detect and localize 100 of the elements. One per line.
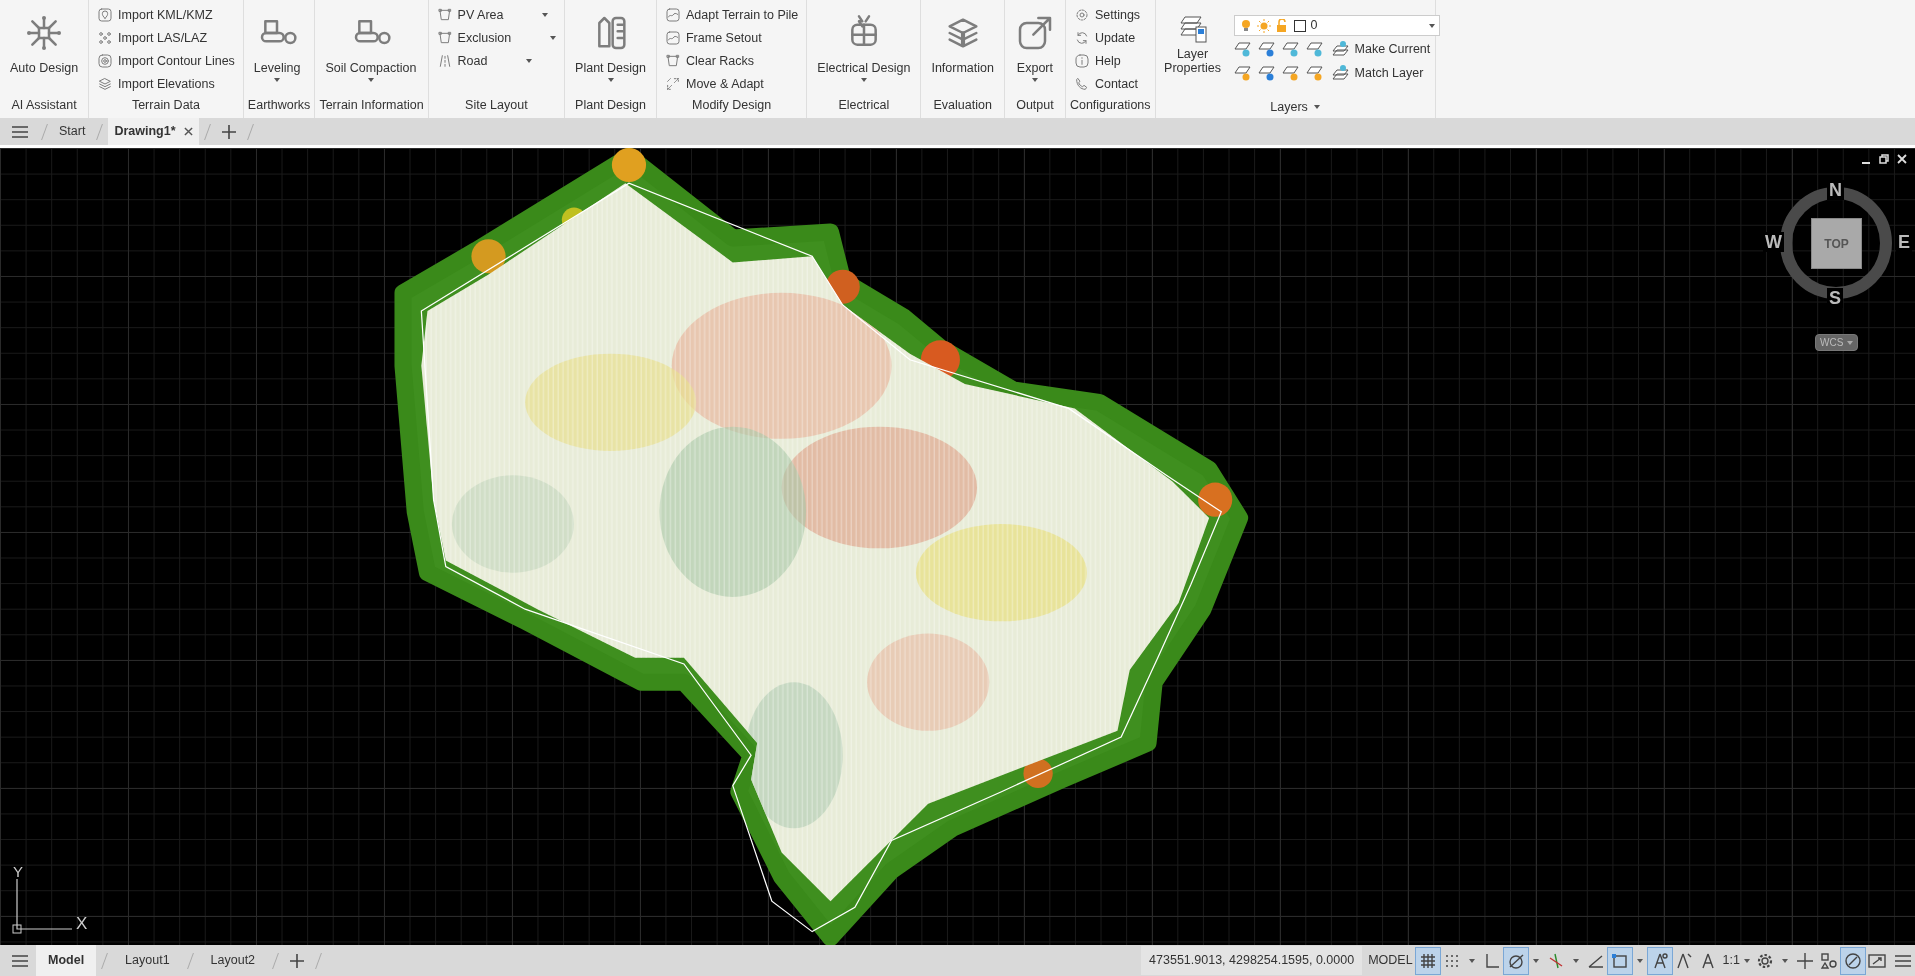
status-toggle[interactable]	[1647, 947, 1672, 974]
caret-icon	[1636, 958, 1643, 963]
isolate-icon	[1820, 951, 1838, 970]
caret-icon	[1468, 958, 1475, 963]
panel-label: Modify Design	[691, 97, 773, 114]
caret-icon	[526, 59, 533, 63]
axis-label: X	[76, 915, 88, 932]
layer-tool-icon[interactable]	[1281, 64, 1300, 82]
panel-label: Electrical	[837, 97, 891, 114]
status-toggle[interactable]	[1503, 947, 1528, 974]
polar-icon	[1506, 951, 1525, 970]
close-icon[interactable]	[183, 127, 193, 136]
ribbon-menu-item[interactable]: Import Contour Lines	[95, 50, 237, 72]
grid-icon	[1418, 951, 1437, 970]
layer-action-button[interactable]: Match Layer	[1329, 62, 1426, 84]
ribbon-menu-item[interactable]: Import KML/KMZ	[95, 4, 237, 26]
polygon-icon	[436, 7, 453, 23]
menu-icon[interactable]	[1895, 954, 1911, 967]
caret-icon	[1572, 958, 1579, 963]
compass-direction[interactable]: E	[1896, 232, 1912, 252]
status-toggle[interactable]	[1841, 947, 1865, 974]
annotation-scale-button[interactable]: 1:1	[1719, 947, 1753, 974]
compass-direction[interactable]: W	[1763, 232, 1784, 252]
settings-icon	[1073, 7, 1090, 23]
caret-icon	[542, 13, 549, 17]
ribbon-menu-item[interactable]: Update	[1071, 27, 1143, 49]
ribbon-menu-item[interactable]: Import LAS/LAZ	[95, 27, 237, 49]
panel-label: Configurations	[1068, 97, 1152, 114]
autoscale-icon	[1674, 951, 1693, 970]
status-toggle[interactable]	[1607, 947, 1632, 974]
caret-icon	[1532, 958, 1539, 963]
document-tab[interactable]: Start	[53, 118, 92, 145]
layers-icon	[1331, 64, 1350, 82]
polygon-icon	[436, 30, 453, 46]
ribbon-menu-item[interactable]: Settings	[1071, 4, 1143, 26]
ribbon-button[interactable]: Plant Design	[571, 3, 650, 96]
ribbon-menu-item[interactable]: Import Elevations	[95, 73, 237, 95]
compass-direction[interactable]: N	[1827, 180, 1844, 200]
axis-label: Y	[13, 862, 23, 882]
layer-tool-icon[interactable]	[1233, 40, 1252, 58]
new-layout-icon[interactable]	[290, 953, 305, 968]
ribbon-menu-item[interactable]: Move & Adapt	[662, 73, 801, 95]
layer-tool-icon[interactable]	[1233, 64, 1252, 82]
panel-label: Earthworks	[246, 97, 312, 114]
layers-icon	[97, 76, 114, 92]
layout-tab[interactable]: Layout2	[198, 945, 268, 976]
layers-icon	[1331, 40, 1350, 58]
caret-icon	[1782, 958, 1788, 963]
padlock-icon	[1274, 18, 1289, 33]
ribbon-button[interactable]: Information	[927, 3, 998, 96]
layout-tab[interactable]: Layout1	[113, 945, 182, 976]
ribbon-menu-item[interactable]: Help	[1071, 50, 1143, 72]
ribbon-menu-item[interactable]: Frame Setout	[662, 27, 801, 49]
model-space-button[interactable]: MODEL	[1365, 947, 1416, 974]
layer-tool-icon[interactable]	[1305, 40, 1324, 58]
layer-tool-icon[interactable]	[1305, 64, 1324, 82]
caret-icon	[1031, 77, 1038, 82]
ribbon-button[interactable]: Soil Compaction	[321, 3, 421, 96]
panel-label: Output	[1015, 97, 1055, 114]
ribbon-menu-item[interactable]: Contact	[1071, 73, 1143, 95]
restore-icon[interactable]	[1879, 154, 1889, 164]
ribbon-menu-item[interactable]: Adapt Terrain to Pile	[662, 4, 801, 26]
caret-icon	[274, 77, 281, 82]
ribbon-button[interactable]: Auto Design	[6, 3, 83, 96]
layer-dropdown[interactable]: 0	[1233, 15, 1440, 36]
ribbon-button[interactable]: Leveling	[249, 3, 305, 96]
layer-tool-icon[interactable]	[1257, 40, 1276, 58]
map-pin-icon	[97, 7, 114, 23]
new-tab-icon[interactable]	[221, 124, 236, 139]
contour-icon	[97, 53, 114, 69]
caret-icon	[607, 77, 614, 82]
coordinate-readout: 473551.9013, 4298254.1595, 0.0000	[1141, 946, 1363, 975]
ucs-axes-icon	[12, 879, 72, 934]
status-toggle[interactable]	[1415, 947, 1440, 974]
compass-direction[interactable]: S	[1827, 288, 1843, 308]
menu-icon[interactable]	[12, 125, 28, 138]
panel-label[interactable]: Layers	[1266, 96, 1324, 118]
layer-action-button[interactable]: Make Current	[1329, 38, 1433, 60]
panel-label: Terrain Information	[318, 97, 425, 114]
panel-label: Evaluation	[932, 97, 993, 114]
menu-icon[interactable]	[12, 954, 28, 967]
caret-icon	[1428, 23, 1435, 28]
layer-properties-button[interactable]: Layer Properties	[1161, 3, 1224, 96]
ribbon-menu-item[interactable]: Exclusion	[434, 27, 559, 49]
points-icon	[97, 30, 114, 46]
caret-icon	[1744, 958, 1750, 963]
caret-icon	[550, 36, 557, 40]
layout-tab[interactable]: Model	[36, 945, 97, 976]
layer-tool-icon[interactable]	[1257, 64, 1276, 82]
ribbon-menu-item[interactable]: Clear Racks	[662, 50, 801, 72]
terrain-icon	[664, 7, 681, 23]
ribbon-button[interactable]: Electrical Design	[813, 3, 915, 96]
ribbon-menu-item[interactable]: PV Area	[434, 4, 559, 26]
crosshair-icon	[1796, 951, 1814, 970]
ribbon-menu-item[interactable]: Road	[434, 50, 559, 72]
color-swatch-icon	[1292, 18, 1307, 33]
layer-tool-icon[interactable]	[1281, 40, 1300, 58]
document-tab[interactable]: Drawing1*	[108, 118, 199, 145]
caret-icon	[1847, 340, 1854, 345]
ribbon-button[interactable]: Export	[1010, 3, 1059, 96]
